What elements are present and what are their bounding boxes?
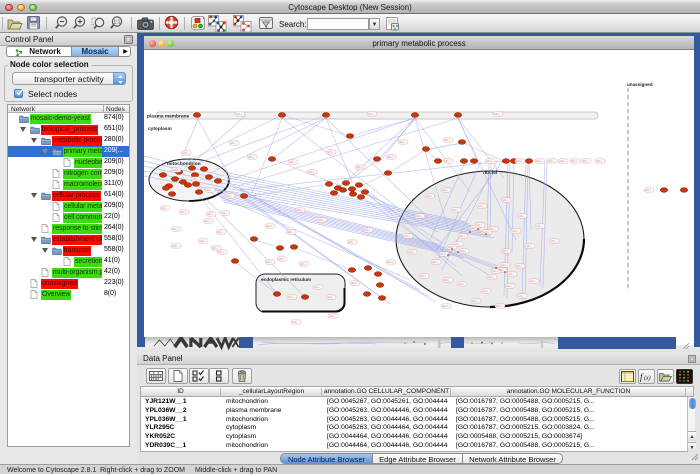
svg-text:GO-t..: GO-t.. <box>488 276 495 279</box>
svg-text:GO-t..: GO-t.. <box>416 215 423 218</box>
svg-text:GO-t..: GO-t.. <box>207 213 214 216</box>
svg-text:GO-t..: GO-t.. <box>387 156 394 159</box>
svg-text:GO-t..: GO-t.. <box>221 212 228 215</box>
svg-text:GO-t..: GO-t.. <box>432 261 439 264</box>
svg-text:GO-t..: GO-t.. <box>278 258 285 261</box>
svg-text:GO-t..: GO-t.. <box>351 282 358 285</box>
svg-text:GO-t..: GO-t.. <box>502 199 509 202</box>
svg-text:(x): (x) <box>644 375 651 382</box>
svg-text:GO-t..: GO-t.. <box>218 251 225 254</box>
svg-text:GO-t..: GO-t.. <box>420 275 427 278</box>
svg-text:GO-t..: GO-t.. <box>318 219 325 222</box>
svg-text:GO-t..: GO-t.. <box>571 160 578 163</box>
svg-text:GO-t..: GO-t.. <box>494 113 501 116</box>
svg-text:GO-t..: GO-t.. <box>308 171 315 174</box>
svg-text:GO-t..: GO-t.. <box>472 300 479 303</box>
svg-text:GO-t..: GO-t.. <box>536 225 543 228</box>
svg-text:cytoplasm: cytoplasm <box>148 126 172 132</box>
svg-text:GO-t..: GO-t.. <box>199 240 206 243</box>
svg-text:GO-t..: GO-t.. <box>471 227 478 230</box>
svg-text:GO-t..: GO-t.. <box>266 225 273 228</box>
svg-text:GO-t..: GO-t.. <box>444 279 451 282</box>
svg-text:GO-t..: GO-t.. <box>230 142 237 145</box>
svg-text:GO-t..: GO-t.. <box>329 315 336 318</box>
svg-text:GO-t..: GO-t.. <box>492 270 499 273</box>
svg-text:GO-t..: GO-t.. <box>289 161 296 164</box>
svg-text:GO-t..: GO-t.. <box>288 296 295 299</box>
svg-text:unassigned: unassigned <box>627 82 653 87</box>
svg-text:GO-t..: GO-t.. <box>236 113 243 116</box>
svg-text:GO-t..: GO-t.. <box>206 189 213 192</box>
svg-text:GO-t..: GO-t.. <box>645 189 652 192</box>
svg-text:GO-t..: GO-t.. <box>296 209 303 212</box>
svg-text:GO-t..: GO-t.. <box>512 230 519 233</box>
svg-text:GO-t..: GO-t.. <box>368 113 375 116</box>
svg-text:GO-t..: GO-t.. <box>476 224 483 227</box>
svg-text:GO-t..: GO-t.. <box>327 151 334 154</box>
svg-text:GO-t..: GO-t.. <box>444 139 451 142</box>
svg-text:plasma membrane: plasma membrane <box>147 114 189 120</box>
svg-text:GO-t..: GO-t.. <box>559 160 566 163</box>
svg-text:GO-t..: GO-t.. <box>348 241 355 244</box>
svg-text:GO-t..: GO-t.. <box>526 245 533 248</box>
svg-text:GO-t..: GO-t.. <box>172 228 179 231</box>
svg-text:GO-t..: GO-t.. <box>489 228 496 231</box>
svg-text:GO-t..: GO-t.. <box>442 189 449 192</box>
svg-text:GO-t..: GO-t.. <box>482 290 489 293</box>
svg-text:GO-t..: GO-t.. <box>478 205 485 208</box>
svg-text:GO-t..: GO-t.. <box>458 283 465 286</box>
svg-text:GO-t..: GO-t.. <box>518 295 525 298</box>
svg-text:GO-t..: GO-t.. <box>266 261 273 264</box>
svg-text:GO-t..: GO-t.. <box>172 169 179 172</box>
svg-text:GO-t..: GO-t.. <box>287 231 294 234</box>
svg-text:GO-t..: GO-t.. <box>530 280 537 283</box>
svg-text:1:1: 1:1 <box>114 20 121 26</box>
svg-text:GO-t..: GO-t.. <box>582 160 589 163</box>
svg-text:GO-t..: GO-t.. <box>596 160 603 163</box>
svg-text:GO-t..: GO-t.. <box>356 166 363 169</box>
svg-text:GO-t..: GO-t.. <box>518 215 525 218</box>
svg-text:GO-t..: GO-t.. <box>217 231 224 234</box>
svg-text:GO-t..: GO-t.. <box>248 156 255 159</box>
svg-text:GO-t..: GO-t.. <box>502 250 509 253</box>
svg-text:GO-t..: GO-t.. <box>404 235 411 238</box>
svg-text:GO-t..: GO-t.. <box>496 305 503 308</box>
svg-text:GO-t..: GO-t.. <box>212 247 219 250</box>
svg-text:GO-t..: GO-t.. <box>508 273 515 276</box>
svg-text:GO-t..: GO-t.. <box>300 263 307 266</box>
svg-text:GO-t..: GO-t.. <box>460 250 467 253</box>
svg-text:GO-t..: GO-t.. <box>226 195 233 198</box>
svg-text:GO-t..: GO-t.. <box>442 305 449 308</box>
svg-text:GO-t..: GO-t.. <box>172 245 179 248</box>
svg-text:GO-t..: GO-t.. <box>180 211 187 214</box>
svg-text:GO-t..: GO-t.. <box>548 160 555 163</box>
svg-text:GO-t..: GO-t.. <box>444 160 451 163</box>
svg-text:GO-t..: GO-t.. <box>182 152 189 155</box>
svg-text:GO-t..: GO-t.. <box>364 229 371 232</box>
svg-text:GO-t..: GO-t.. <box>506 285 513 288</box>
svg-text:GO-t..: GO-t.. <box>440 253 447 256</box>
svg-text:GO-t..: GO-t.. <box>516 160 523 163</box>
svg-text:GO-t..: GO-t.. <box>452 209 459 212</box>
svg-text:GO-t..: GO-t.. <box>327 296 334 299</box>
svg-text:GO-t..: GO-t.. <box>387 261 394 264</box>
svg-text:GO-t..: GO-t.. <box>459 235 466 238</box>
svg-text:GO-t..: GO-t.. <box>192 178 199 181</box>
svg-text:GO-t..: GO-t.. <box>161 207 168 210</box>
svg-text:GO-t..: GO-t.. <box>550 240 557 243</box>
svg-text:GO-t..: GO-t.. <box>408 251 415 254</box>
svg-text:GO-t..: GO-t.. <box>516 265 523 268</box>
svg-text:GO-t..: GO-t.. <box>426 195 433 198</box>
svg-text:GO-t..: GO-t.. <box>399 141 406 144</box>
svg-text:endoplasmic reticulum: endoplasmic reticulum <box>261 277 311 282</box>
svg-text:GO-t..: GO-t.. <box>486 160 493 163</box>
svg-text:GO-t..: GO-t.. <box>501 264 508 267</box>
svg-text:GO-t..: GO-t.. <box>292 321 299 324</box>
svg-text:GO-t..: GO-t.. <box>498 269 505 272</box>
svg-text:GO-t..: GO-t.. <box>536 160 543 163</box>
svg-text:GO-t..: GO-t.. <box>454 243 461 246</box>
svg-text:GO-t..: GO-t.. <box>204 220 211 223</box>
svg-text:GO-t..: GO-t.. <box>314 286 321 289</box>
